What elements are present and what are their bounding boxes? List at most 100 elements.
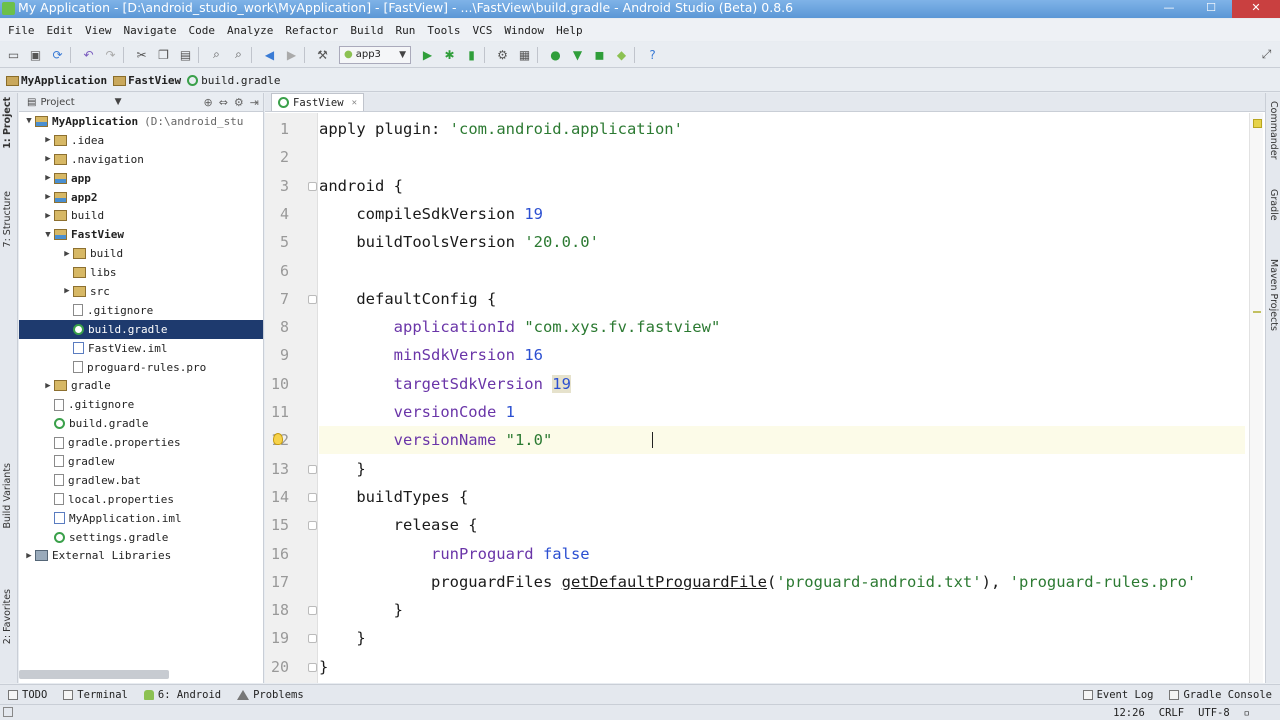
tool-android[interactable]: 6: Android <box>136 689 229 701</box>
open-folder-icon[interactable]: ▭ <box>4 45 23 64</box>
toggle-tool-windows-icon[interactable] <box>3 707 13 717</box>
collapsed-arrow-icon[interactable]: ▶ <box>42 211 54 221</box>
tree-item[interactable]: .gitignore <box>19 395 263 414</box>
menu-tools[interactable]: Tools <box>421 24 466 37</box>
tree-item[interactable]: FastView.iml <box>19 339 263 358</box>
menu-run[interactable]: Run <box>389 24 421 37</box>
tree-item[interactable]: ▶ .navigation <box>19 150 263 169</box>
analysis-status-icon[interactable] <box>1253 119 1262 128</box>
debug-icon[interactable]: ✱ <box>440 45 459 64</box>
tab-commander[interactable]: Commander <box>1268 101 1279 160</box>
tree-item[interactable]: ▼ MyApplication (D:\android_stu <box>19 112 263 131</box>
redo-icon[interactable]: ↷ <box>101 45 120 64</box>
tool-event-log[interactable]: Event Log <box>1075 689 1162 701</box>
menu-code[interactable]: Code <box>182 24 221 37</box>
menu-build[interactable]: Build <box>344 24 389 37</box>
back-icon[interactable]: ◀ <box>260 45 279 64</box>
tree-item[interactable]: ▼ FastView <box>19 225 263 244</box>
save-all-icon[interactable]: ▣ <box>26 45 45 64</box>
minimize-button[interactable]: — <box>1148 0 1190 18</box>
expanded-arrow-icon[interactable]: ▼ <box>23 116 35 126</box>
warning-marker[interactable] <box>1253 311 1261 313</box>
fold-marker-icon[interactable] <box>308 464 317 474</box>
tool-gradle-console[interactable]: Gradle Console <box>1161 689 1280 701</box>
tab-project[interactable]: 1: Project <box>2 97 13 149</box>
fold-marker-icon[interactable] <box>308 181 317 191</box>
help-icon[interactable]: ? <box>643 45 662 64</box>
project-structure-icon[interactable]: ⚙ <box>493 45 512 64</box>
caret-position[interactable]: 12:26 <box>1113 707 1145 719</box>
gear-icon[interactable]: ⚙ <box>234 96 244 109</box>
close-button[interactable]: ✕ <box>1232 0 1280 18</box>
tree-item[interactable]: ▶ build <box>19 244 263 263</box>
chevron-down-icon[interactable]: ▼ <box>115 97 122 107</box>
tab-gradle[interactable]: Gradle <box>1268 189 1279 221</box>
tree-item[interactable]: gradle.properties <box>19 433 263 452</box>
tab-fastview[interactable]: FastView ✕ <box>271 93 364 111</box>
fold-marker-icon[interactable] <box>308 492 317 502</box>
tree-item[interactable]: libs <box>19 263 263 282</box>
menu-navigate[interactable]: Navigate <box>118 24 183 37</box>
fold-marker-icon[interactable] <box>308 662 317 672</box>
tree-item[interactable]: gradlew.bat <box>19 471 263 490</box>
sync-icon[interactable]: ⟳ <box>48 45 67 64</box>
run-icon[interactable]: ▶ <box>418 45 437 64</box>
tree-item[interactable]: ▶ app2 <box>19 188 263 207</box>
breadcrumb-build-gradle[interactable]: build.gradle <box>187 74 281 87</box>
scroll-from-source-icon[interactable]: ⊕ <box>203 96 212 109</box>
paste-icon[interactable]: ▤ <box>176 45 195 64</box>
cut-icon[interactable]: ✂ <box>132 45 151 64</box>
fold-marker-icon[interactable] <box>308 521 317 531</box>
collapsed-arrow-icon[interactable]: ▶ <box>42 154 54 164</box>
tree-item[interactable]: settings.gradle <box>19 528 263 547</box>
android-icon[interactable]: ◆ <box>612 45 631 64</box>
copy-icon[interactable]: ❐ <box>154 45 173 64</box>
fold-marker-icon[interactable] <box>308 294 317 304</box>
maximize-editor-icon[interactable]: ⤢ <box>1257 45 1276 64</box>
collapsed-arrow-icon[interactable]: ▶ <box>42 192 54 202</box>
tree-item[interactable]: ▶ build <box>19 206 263 225</box>
menu-help[interactable]: Help <box>550 24 589 37</box>
tree-item[interactable]: ▶ src <box>19 282 263 301</box>
fold-marker-icon[interactable] <box>308 606 317 616</box>
tree-item[interactable]: ▶ .idea <box>19 131 263 150</box>
menu-view[interactable]: View <box>79 24 118 37</box>
tree-item[interactable]: ▶ External Libraries <box>19 546 263 565</box>
tree-item[interactable]: MyApplication.iml <box>19 509 263 528</box>
collapsed-arrow-icon[interactable]: ▶ <box>42 381 54 391</box>
collapsed-arrow-icon[interactable]: ▶ <box>61 249 73 259</box>
tree-item[interactable]: ▶ gradle <box>19 376 263 395</box>
tool-problems[interactable]: Problems <box>229 689 312 701</box>
tree-item[interactable]: proguard-rules.pro <box>19 358 263 377</box>
tree-item[interactable]: build.gradle <box>19 414 263 433</box>
breadcrumb-myapplication[interactable]: MyApplication <box>6 74 107 87</box>
tree-item[interactable]: gradlew <box>19 452 263 471</box>
menu-vcs[interactable]: VCS <box>466 24 498 37</box>
make-project-icon[interactable]: ⚒ <box>313 45 332 64</box>
project-view-select[interactable]: Project <box>40 97 74 108</box>
tab-build-variants[interactable]: Build Variants <box>2 463 13 529</box>
horizontal-scrollbar[interactable] <box>19 670 169 679</box>
tab-maven-projects[interactable]: Maven Projects <box>1268 259 1279 331</box>
code-editor[interactable]: apply plugin: 'com.android.application' a… <box>319 113 1245 683</box>
collapsed-arrow-icon[interactable]: ▶ <box>42 173 54 183</box>
undo-icon[interactable]: ↶ <box>79 45 98 64</box>
forward-icon[interactable]: ▶ <box>282 45 301 64</box>
tool-todo[interactable]: TODO <box>0 689 55 701</box>
tree-item[interactable]: ▶ app <box>19 169 263 188</box>
tab-structure[interactable]: 7: Structure <box>2 191 13 247</box>
collapse-all-icon[interactable]: ⇔ <box>219 96 228 109</box>
intention-lightbulb-icon[interactable] <box>273 433 283 446</box>
settings-icon[interactable]: ▦ <box>515 45 534 64</box>
tool-terminal[interactable]: Terminal <box>55 689 136 701</box>
breadcrumb-fastview[interactable]: FastView <box>113 74 181 87</box>
collapsed-arrow-icon[interactable]: ▶ <box>61 286 73 296</box>
line-separator[interactable]: CRLF <box>1159 707 1184 719</box>
attach-debugger-icon[interactable]: ▮ <box>462 45 481 64</box>
menu-window[interactable]: Window <box>498 24 550 37</box>
collapsed-arrow-icon[interactable]: ▶ <box>42 135 54 145</box>
menu-file[interactable]: File <box>2 24 41 37</box>
file-encoding[interactable]: UTF-8 <box>1198 707 1230 719</box>
tree-item[interactable]: .gitignore <box>19 301 263 320</box>
collapsed-arrow-icon[interactable]: ▶ <box>23 551 35 561</box>
